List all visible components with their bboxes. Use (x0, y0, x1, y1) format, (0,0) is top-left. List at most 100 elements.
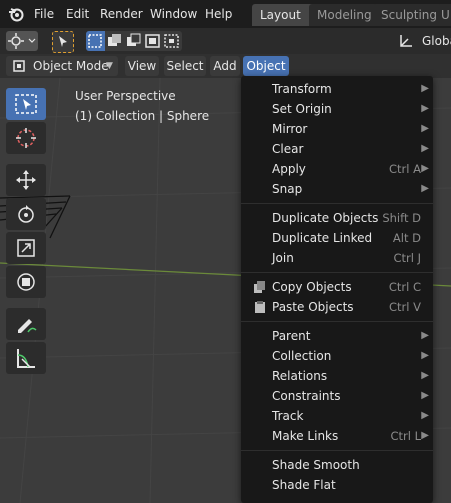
menu-item-label: Parent (272, 329, 311, 343)
menu-item-mirror[interactable]: Mirror ▶ (241, 119, 433, 139)
menu-item-label: Make Links (272, 429, 339, 443)
menu-item-join[interactable]: Join Ctrl J (241, 248, 433, 268)
menu-item-duplicate-objects[interactable]: Duplicate Objects Shift D (241, 208, 433, 228)
set-selection-mode-button[interactable] (86, 31, 105, 51)
menu-item-shortcut: Ctrl L (390, 429, 421, 443)
select-box-icon (15, 94, 37, 114)
tab-uv-editing[interactable]: U (437, 4, 451, 26)
intersect-selection-mode-button[interactable] (162, 31, 182, 51)
menu-item-label: Duplicate Objects (272, 211, 379, 225)
menu-item-set-origin[interactable]: Set Origin ▶ (241, 99, 433, 119)
menu-item-label: Shade Smooth (272, 458, 360, 472)
menu-item-make-links[interactable]: Make Links Ctrl L ▶ (241, 426, 433, 446)
menu-item-duplicate-linked[interactable]: Duplicate Linked Alt D (241, 228, 433, 248)
menu-item-snap[interactable]: Snap ▶ (241, 179, 433, 199)
menu-item-label: Copy Objects (272, 280, 352, 294)
menu-item-label: Duplicate Linked (272, 231, 373, 245)
rotate-tool[interactable] (6, 198, 46, 230)
menu-item-clear[interactable]: Clear ▶ (241, 139, 433, 159)
object-mode-icon (13, 60, 25, 72)
menu-item-shortcut: Ctrl J (393, 251, 421, 265)
menu-item-copy-objects[interactable]: Copy Objects Ctrl C (241, 277, 433, 297)
menu-item-label: Apply (272, 162, 306, 176)
paste-icon (253, 300, 267, 320)
menu-object[interactable]: Object (243, 56, 289, 76)
menu-window[interactable]: Window (150, 0, 197, 28)
menu-item-label: Mirror (272, 122, 308, 136)
menu-separator (241, 203, 433, 204)
subtract-selection-mode-button[interactable] (124, 31, 143, 51)
submenu-arrow-icon: ▶ (421, 430, 429, 441)
menu-item-label: Join (272, 251, 294, 265)
transform-orientation-dropdown[interactable]: Globa (396, 31, 451, 51)
menu-item-relations[interactable]: Relations ▶ (241, 366, 433, 386)
invert-selection-mode-button[interactable] (143, 31, 162, 51)
submenu-arrow-icon: ▶ (421, 163, 429, 174)
transform-pivot-dropdown[interactable] (6, 31, 38, 51)
object-mode-label: Object Mode (33, 59, 109, 73)
menu-item-constraints[interactable]: Constraints ▶ (241, 386, 433, 406)
cursor-tool[interactable] (6, 122, 46, 154)
menu-separator (241, 272, 433, 273)
menu-help[interactable]: Help (205, 0, 232, 28)
select-box-tool-button[interactable] (52, 31, 74, 53)
menu-item-shortcut: Alt D (392, 231, 421, 245)
tool-settings-header: Globa (0, 28, 451, 54)
submenu-arrow-icon: ▶ (421, 183, 429, 194)
menu-item-apply[interactable]: Apply Ctrl A ▶ (241, 159, 433, 179)
menu-render[interactable]: Render (100, 0, 143, 28)
transform-tool[interactable] (6, 266, 46, 298)
menu-file[interactable]: File (34, 0, 54, 28)
tool-shelf (6, 86, 48, 378)
gizmo-icon (8, 33, 36, 49)
rotate-icon (18, 205, 34, 223)
move-tool[interactable] (6, 164, 46, 196)
menu-item-label: Constraints (272, 389, 341, 403)
select-subtract-icon (127, 33, 141, 46)
submenu-arrow-icon: ▶ (421, 103, 429, 114)
submenu-arrow-icon: ▶ (421, 410, 429, 421)
menu-item-label: Collection (272, 349, 332, 363)
submenu-arrow-icon: ▶ (421, 83, 429, 94)
menu-item-track[interactable]: Track ▶ (241, 406, 433, 426)
menu-item-label: Snap (272, 182, 303, 196)
select-intersect-icon (164, 34, 179, 48)
menu-separator (241, 321, 433, 322)
menu-add[interactable]: Add (210, 56, 240, 76)
viewport-perspective-label: User Perspective (75, 89, 176, 103)
menu-item-parent[interactable]: Parent ▶ (241, 326, 433, 346)
submenu-arrow-icon: ▶ (421, 370, 429, 381)
select-extend-icon (108, 34, 121, 46)
measure-ruler-icon (17, 349, 35, 368)
menu-item-shade-smooth[interactable]: Shade Smooth (241, 455, 433, 475)
menu-item-paste-objects[interactable]: Paste Objects Ctrl V (241, 297, 433, 317)
annotate-pencil-icon (18, 319, 37, 333)
menu-view[interactable]: View (125, 56, 159, 76)
select-invert-icon (145, 34, 160, 48)
menu-item-shortcut: Ctrl V (389, 300, 421, 314)
scale-icon (17, 239, 35, 257)
menu-item-label: Clear (272, 142, 304, 156)
submenu-arrow-icon: ▶ (421, 390, 429, 401)
viewport-collection-label: (1) Collection | Sphere (75, 109, 210, 123)
menu-item-label: Track (272, 409, 304, 423)
menu-item-shade-flat[interactable]: Shade Flat (241, 475, 433, 495)
select-new-icon (88, 34, 102, 48)
menu-edit[interactable]: Edit (66, 0, 89, 28)
menu-item-transform[interactable]: Transform ▶ (241, 79, 433, 99)
menu-item-shortcut: Ctrl C (388, 280, 421, 294)
blender-logo-icon[interactable] (8, 6, 24, 22)
scale-tool[interactable] (6, 232, 46, 264)
menu-item-collection[interactable]: Collection ▶ (241, 346, 433, 366)
object-mode-dropdown[interactable]: Object Mode ▼ (6, 56, 118, 76)
submenu-arrow-icon: ▶ (421, 143, 429, 154)
move-icon (16, 170, 36, 190)
menu-select[interactable]: Select (164, 56, 206, 76)
extend-selection-mode-button[interactable] (105, 31, 124, 51)
annotate-tool[interactable] (6, 308, 46, 340)
measure-tool[interactable] (6, 342, 46, 374)
menu-item-label: Paste Objects (272, 300, 354, 314)
menu-item-shortcut: Shift D (382, 211, 421, 225)
orientation-axes-icon (400, 35, 412, 47)
select-box-tool[interactable] (6, 88, 46, 120)
